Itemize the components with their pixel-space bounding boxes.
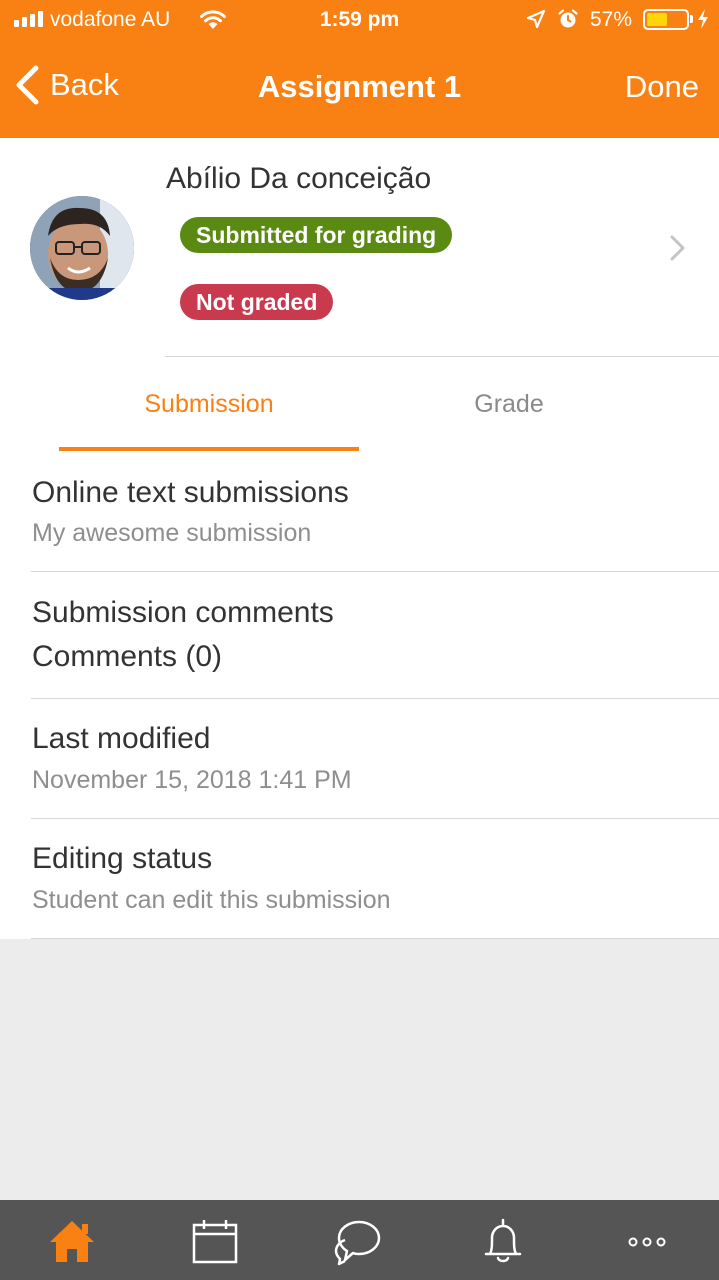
comments-link[interactable]: Comments (0) — [32, 640, 222, 674]
battery-icon — [643, 9, 689, 30]
page-title: Assignment 1 — [257, 69, 462, 104]
alarm-icon — [558, 9, 578, 28]
detail-label: Online text submissions — [32, 476, 349, 509]
more-icon[interactable] — [622, 1216, 672, 1266]
user-name: Abílio Da conceição — [166, 162, 432, 195]
detail-value: November 15, 2018 1:41 PM — [32, 766, 352, 794]
messages-icon[interactable] — [333, 1216, 383, 1266]
bottom-tab-bar — [0, 1200, 719, 1280]
tab-grade[interactable]: Grade — [359, 357, 659, 452]
top-bar: vodafone AU 1:59 pm 57% Back Assignment … — [0, 0, 719, 138]
active-tab-indicator — [59, 447, 359, 451]
detail-online-text[interactable]: Online text submissions My awesome submi… — [0, 452, 719, 572]
chevron-right-icon — [670, 235, 685, 261]
detail-submission-comments[interactable]: Submission comments Comments (0) — [0, 572, 719, 699]
grading-status-badge: Not graded — [180, 284, 334, 320]
detail-last-modified: Last modified November 15, 2018 1:41 PM — [0, 699, 719, 819]
location-icon — [526, 9, 546, 29]
done-button[interactable]: Done — [625, 69, 699, 105]
charging-icon — [698, 9, 708, 29]
battery-percent: 57% — [590, 8, 633, 31]
detail-value: My awesome submission — [32, 519, 312, 547]
detail-label: Submission comments — [32, 596, 334, 629]
notifications-icon[interactable] — [478, 1216, 528, 1266]
calendar-icon[interactable] — [190, 1216, 240, 1266]
home-icon[interactable] — [47, 1216, 97, 1266]
avatar-photo — [30, 196, 134, 300]
detail-value: Student can edit this submission — [32, 886, 391, 914]
divider — [31, 938, 719, 939]
main-content: Abílio Da conceição Submitted for gradin… — [0, 138, 719, 939]
battery-tip — [690, 15, 693, 23]
avatar — [30, 196, 134, 300]
detail-editing-status: Editing status Student can edit this sub… — [0, 819, 719, 939]
submission-status-badge: Submitted for grading — [180, 217, 453, 253]
tab-bar: Submission Grade — [0, 357, 719, 452]
status-bar: vodafone AU 1:59 pm 57% — [0, 0, 719, 40]
user-summary[interactable]: Abílio Da conceição Submitted for gradin… — [0, 138, 719, 357]
tab-submission[interactable]: Submission — [59, 357, 359, 452]
navigation-bar: Back Assignment 1 Done — [0, 40, 719, 138]
detail-label: Editing status — [32, 842, 213, 875]
detail-label: Last modified — [32, 722, 211, 755]
